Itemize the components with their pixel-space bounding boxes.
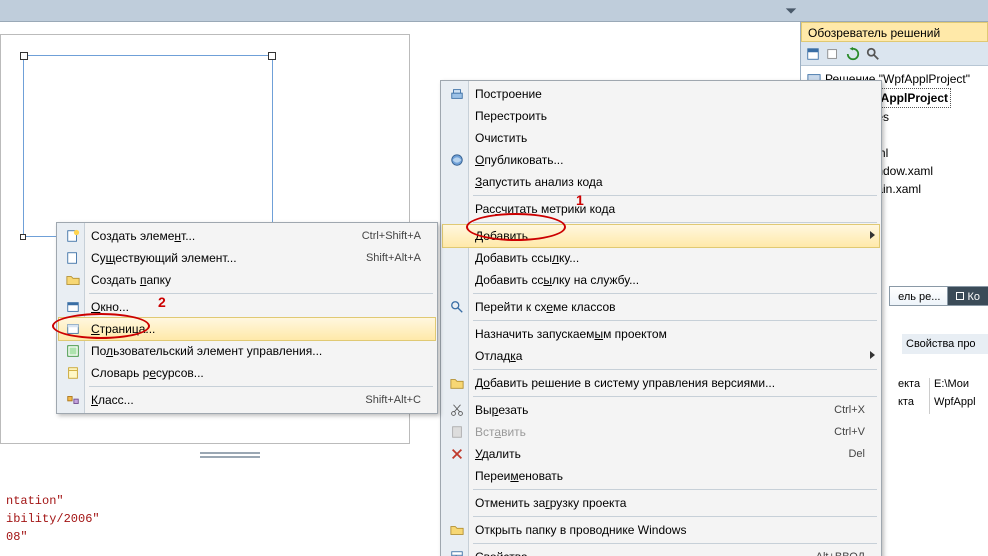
show-all-icon[interactable] bbox=[825, 46, 841, 62]
existing-item-icon bbox=[65, 250, 81, 266]
tab-solution-explorer[interactable]: ель ре... bbox=[889, 286, 948, 306]
menu-debug[interactable]: Отладка bbox=[443, 345, 879, 367]
add-submenu: Создать элемент...Ctrl+Shift+A Существую… bbox=[56, 222, 438, 414]
code-line: ntation" bbox=[6, 492, 430, 510]
code-line: ibility/2006" bbox=[6, 510, 430, 528]
menu-class-diagram[interactable]: Перейти к схеме классов bbox=[443, 296, 879, 318]
panel-tabs: ель ре... Ко bbox=[890, 286, 988, 306]
menu-code-analysis[interactable]: Запустить анализ кода bbox=[443, 171, 879, 193]
menu-rename[interactable]: Переименовать bbox=[443, 465, 879, 487]
properties-panel-title: Свойства про bbox=[902, 334, 988, 354]
class-icon bbox=[65, 392, 81, 408]
delete-icon bbox=[449, 446, 465, 462]
refresh-icon[interactable] bbox=[845, 46, 861, 62]
paste-icon bbox=[449, 424, 465, 440]
project-context-menu: Построение Перестроить Очистить ООпублик… bbox=[440, 80, 882, 556]
menu-delete[interactable]: УдалитьDel bbox=[443, 443, 879, 465]
ide-toolbar bbox=[0, 0, 988, 22]
menu-add-service-reference[interactable]: Добавить ссылку на службу... bbox=[443, 269, 879, 291]
page-icon bbox=[65, 321, 81, 337]
property-row[interactable]: ектаE:\Мои bbox=[896, 378, 988, 396]
solution-explorer-title: Обозреватель решений bbox=[801, 22, 988, 42]
build-icon bbox=[449, 86, 465, 102]
properties-icon bbox=[449, 549, 465, 556]
submenu-arrow-icon bbox=[870, 351, 875, 359]
tab-other[interactable]: Ко bbox=[947, 286, 988, 306]
window-icon bbox=[65, 299, 81, 315]
menu-metrics[interactable]: Рассчитать метрики кода bbox=[443, 198, 879, 220]
folder-open-icon bbox=[449, 522, 465, 538]
menu-add[interactable]: Добавить bbox=[443, 225, 879, 247]
menu-resource-dictionary[interactable]: Словарь ресурсов... bbox=[59, 362, 435, 384]
menu-window[interactable]: Окно... bbox=[59, 296, 435, 318]
resource-dictionary-icon bbox=[65, 365, 81, 381]
solution-toolbar bbox=[801, 42, 988, 66]
source-control-icon bbox=[449, 375, 465, 391]
xaml-code: ntation" ibility/2006" 08" bbox=[0, 492, 430, 546]
publish-icon bbox=[449, 152, 465, 168]
splitter-grip[interactable] bbox=[200, 452, 260, 458]
menu-cut[interactable]: ВырезатьCtrl+X bbox=[443, 399, 879, 421]
new-item-icon bbox=[65, 228, 81, 244]
menu-unload[interactable]: Отменить загрузку проекта bbox=[443, 492, 879, 514]
menu-add-source-control[interactable]: Добавить решение в систему управления ве… bbox=[443, 372, 879, 394]
view-code-icon[interactable] bbox=[865, 46, 881, 62]
menu-existing-item[interactable]: Существующий элемент...Shift+Alt+A bbox=[59, 247, 435, 269]
menu-user-control[interactable]: Пользовательский элемент управления... bbox=[59, 340, 435, 362]
code-line: 08" bbox=[6, 528, 430, 546]
class-diagram-icon bbox=[449, 299, 465, 315]
properties-grid: ектаE:\Мои ктаWpfAppl bbox=[896, 378, 988, 414]
properties-icon[interactable] bbox=[805, 46, 821, 62]
cut-icon bbox=[449, 402, 465, 418]
menu-page[interactable]: Страница... bbox=[59, 318, 435, 340]
menu-publish[interactable]: ООпубликовать...публиковать... bbox=[443, 149, 879, 171]
menu-new-item[interactable]: Создать элемент...Ctrl+Shift+A bbox=[59, 225, 435, 247]
menu-properties[interactable]: СвойстваAlt+ВВОД bbox=[443, 546, 879, 556]
menu-open-folder[interactable]: Открыть папку в проводнике Windows bbox=[443, 519, 879, 541]
design-canvas[interactable] bbox=[23, 55, 273, 237]
submenu-arrow-icon bbox=[870, 231, 875, 239]
toolbar-overflow-icon[interactable] bbox=[784, 4, 798, 18]
user-control-icon bbox=[65, 343, 81, 359]
menu-paste: ВставитьCtrl+V bbox=[443, 421, 879, 443]
menu-class[interactable]: Класс...Shift+Alt+C bbox=[59, 389, 435, 411]
menu-add-reference[interactable]: Добавить ссылку... bbox=[443, 247, 879, 269]
menu-rebuild[interactable]: Перестроить bbox=[443, 105, 879, 127]
menu-new-folder[interactable]: Создать папку bbox=[59, 269, 435, 291]
folder-icon bbox=[65, 272, 81, 288]
menu-set-startup[interactable]: Назначить запускаемым проектом bbox=[443, 323, 879, 345]
property-row[interactable]: ктаWpfAppl bbox=[896, 396, 988, 414]
menu-build[interactable]: Построение bbox=[443, 83, 879, 105]
menu-clean[interactable]: Очистить bbox=[443, 127, 879, 149]
